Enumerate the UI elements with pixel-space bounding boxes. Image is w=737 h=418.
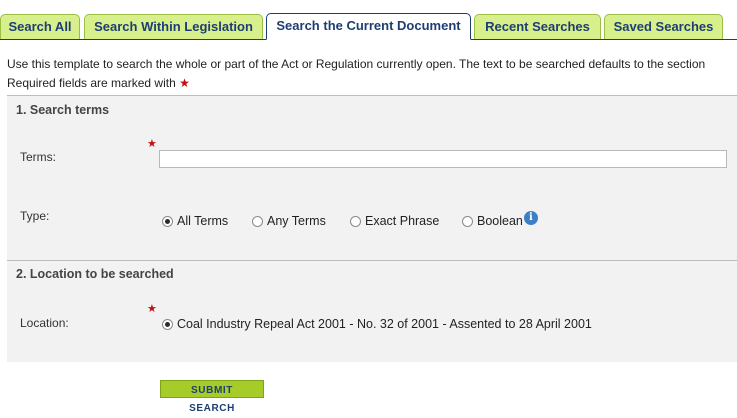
terms-required-star-icon: ★ [147, 138, 157, 150]
search-terms-heading: 1. Search terms [16, 103, 110, 117]
radio-boolean[interactable] [462, 215, 473, 227]
terms-label: Terms: [20, 150, 56, 164]
tab-recent-searches[interactable]: Recent Searches [474, 14, 601, 39]
any-terms-label: Any Terms [267, 214, 326, 228]
intro-text: Use this template to search the whole or… [7, 57, 706, 71]
boolean-label: Boolean [477, 214, 523, 228]
location-panel: 2. Location to be searched ★ Location: C… [7, 260, 737, 362]
tab-search-current-document[interactable]: Search the Current Document [266, 13, 471, 40]
location-heading: 2. Location to be searched [16, 267, 174, 281]
location-required-star-icon: ★ [147, 303, 157, 315]
terms-input[interactable] [159, 150, 727, 168]
type-option-boolean[interactable]: Boolean i [462, 211, 538, 228]
required-note-text: Required fields are marked with [7, 76, 176, 90]
radio-location[interactable] [162, 318, 173, 330]
location-option[interactable]: Coal Industry Repeal Act 2001 - No. 32 o… [162, 317, 592, 331]
radio-all-terms[interactable] [162, 215, 173, 227]
all-terms-label: All Terms [177, 214, 229, 228]
location-label: Location: [20, 316, 69, 330]
search-terms-panel: 1. Search terms ★ Terms: Type: All Terms… [7, 95, 737, 260]
tab-search-all[interactable]: Search All [0, 14, 80, 39]
search-tabs: Search All Search Within Legislation Sea… [0, 0, 737, 40]
tab-search-within-legislation[interactable]: Search Within Legislation [84, 14, 263, 39]
type-option-exact-phrase[interactable]: Exact Phrase [350, 214, 439, 228]
required-star-icon: ★ [179, 76, 190, 90]
radio-exact-phrase[interactable] [350, 215, 361, 227]
radio-any-terms[interactable] [252, 215, 263, 227]
info-icon[interactable]: i [523, 211, 538, 225]
required-note: Required fields are marked with ★ [7, 76, 190, 90]
type-label: Type: [20, 209, 50, 223]
type-option-all-terms[interactable]: All Terms [162, 214, 228, 228]
tab-saved-searches[interactable]: Saved Searches [604, 14, 723, 39]
exact-phrase-label: Exact Phrase [365, 214, 440, 228]
submit-search-button[interactable]: SUBMIT SEARCH [160, 380, 264, 414]
type-option-any-terms[interactable]: Any Terms [252, 214, 326, 228]
location-option-label: Coal Industry Repeal Act 2001 - No. 32 o… [177, 317, 592, 331]
